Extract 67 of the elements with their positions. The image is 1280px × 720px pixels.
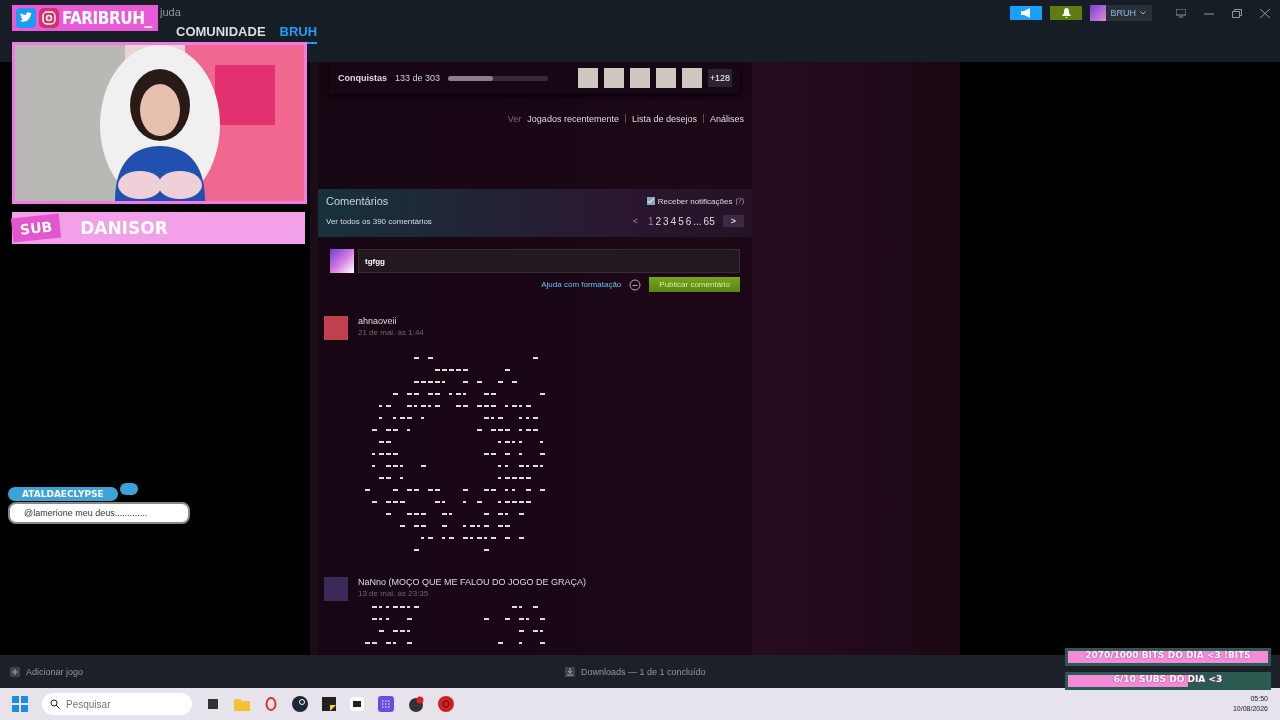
close-icon[interactable] [1260, 8, 1270, 18]
goal-text: 2070/1000 BITS DO DIA <3 !BITS [1084, 650, 1252, 660]
view-label: Ver [507, 114, 522, 124]
profile-link[interactable]: Análises [709, 114, 744, 124]
camera-icon [39, 8, 59, 28]
achievement-icon[interactable] [577, 68, 598, 88]
prev-page-button[interactable]: < [624, 215, 646, 227]
comment-author[interactable]: ahnaoveii [358, 316, 548, 326]
sub-label: SUB [10, 213, 62, 243]
note-icon[interactable] [322, 697, 336, 711]
page-link[interactable]: 1 [647, 215, 654, 227]
profile-link[interactable]: Jogados recentemente [527, 114, 619, 124]
add-game-link[interactable]: Adicionar jogo [26, 666, 84, 677]
monitor-icon[interactable] [1176, 8, 1186, 18]
bell-icon[interactable] [1050, 6, 1083, 20]
downloads-status[interactable]: Downloads — 1 de 1 concluído [581, 666, 706, 677]
restore-icon[interactable] [1232, 8, 1242, 18]
achievement-icon[interactable] [603, 68, 624, 88]
caret-icon[interactable] [1140, 11, 1146, 15]
next-page-button[interactable]: > [722, 215, 744, 227]
taskbar-search-field[interactable]: Pesquisar [42, 693, 192, 715]
page-link[interactable]: 5 [678, 215, 684, 227]
windows-start-icon[interactable] [12, 696, 28, 712]
achievement-icon[interactable] [655, 68, 676, 88]
nav-tab[interactable]: COMUNIDADE [176, 24, 266, 44]
notify-label: Receber notificações [657, 196, 733, 206]
page-link[interactable]: ... [693, 215, 702, 227]
record-app-icon[interactable] [438, 696, 454, 712]
menu-item[interactable]: juda [160, 6, 181, 18]
search-icon [50, 699, 60, 709]
chat-username: ATALDAECLYPSE [8, 487, 118, 501]
streamer-handle: FARIBRUH_ [62, 8, 152, 28]
comment-time: 21 de mai. às 1:44 [358, 328, 425, 337]
chat-message: @lamerione meu deus............. [8, 502, 190, 524]
page-link[interactable]: 2 [655, 215, 661, 227]
comment-input[interactable]: tgfgg [358, 249, 740, 273]
plus-icon[interactable] [10, 666, 20, 677]
ring-icon[interactable] [264, 697, 278, 711]
comment-author[interactable]: NaNno (MOÇO QUE ME FALOU DO JOGO DE GRAÇA) [358, 577, 587, 587]
achievement-icon[interactable] [629, 68, 650, 88]
page-link[interactable]: 6 [685, 215, 692, 227]
achievements-label: Conquistas [338, 73, 387, 83]
account-menu[interactable]: BRUH [1090, 5, 1152, 21]
app-icon[interactable] [350, 697, 364, 711]
bird-icon [16, 8, 36, 28]
profile-link[interactable]: Lista de desejos [631, 114, 697, 124]
achievement-icon[interactable] [681, 68, 702, 88]
comment-time: 13 de mai. às 23:35 [358, 589, 430, 598]
steam-icon[interactable] [292, 696, 308, 712]
more-achievements[interactable]: +128 [707, 69, 732, 87]
megaphone-icon[interactable] [1010, 6, 1043, 20]
goal-text: 6/10 SUBS DO DIA <3 [1112, 674, 1224, 684]
page-link[interactable]: 4 [670, 215, 677, 227]
comments-title: Comentários [326, 195, 389, 207]
emoticon-icon[interactable] [629, 278, 642, 291]
task-view-icon[interactable] [206, 697, 220, 711]
page-link[interactable]: 3 [663, 215, 669, 227]
notify-checkbox[interactable] [646, 197, 655, 205]
formatting-help-link[interactable]: Ajuda com formatação [541, 280, 622, 289]
camera-app-icon[interactable] [408, 696, 424, 712]
grid-app-icon[interactable] [378, 696, 394, 712]
download-icon[interactable] [565, 666, 575, 677]
view-all-link[interactable]: Ver todos os 390 comentários [326, 216, 432, 226]
achievements-count: 133 de 303 [395, 73, 441, 83]
subscriber-name: DANISOR [80, 218, 168, 238]
page-link[interactable]: 65 [703, 215, 715, 227]
user-avatar [330, 249, 354, 273]
